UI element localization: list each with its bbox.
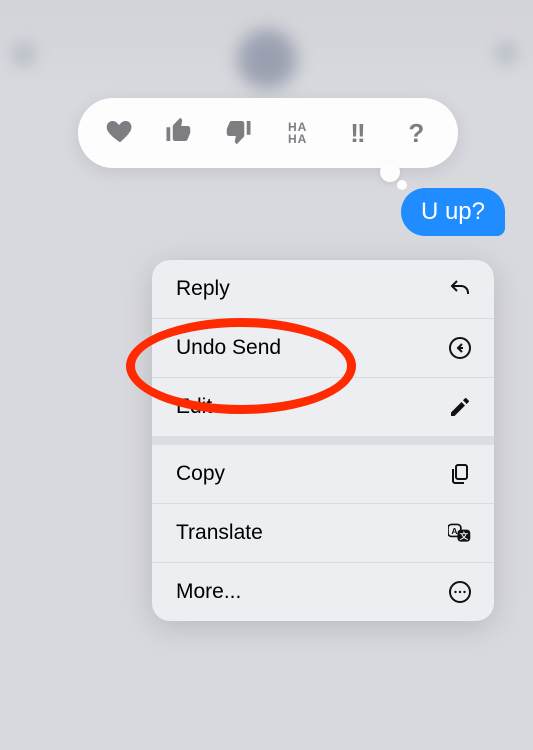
menu-label-edit: Edit (176, 395, 212, 419)
tapback-haha[interactable]: HAHA (276, 111, 320, 155)
heart-icon (105, 116, 135, 151)
more-ellipsis-icon (448, 580, 472, 604)
svg-text:A: A (451, 526, 457, 536)
tapback-question[interactable]: ? (394, 111, 438, 155)
tapback-tail (380, 162, 400, 182)
message-text: U up? (421, 198, 485, 225)
tapback-thumbs-down[interactable] (216, 111, 260, 155)
tapback-heart[interactable] (98, 111, 142, 155)
menu-item-edit[interactable]: Edit (152, 378, 494, 437)
question-icon: ? (408, 118, 424, 149)
tapback-tail-small (397, 180, 407, 190)
menu-item-translate[interactable]: Translate A文 (152, 504, 494, 563)
tapback-exclaim[interactable]: !! (335, 111, 379, 155)
thumbs-up-icon (164, 116, 194, 151)
thumbs-down-icon (223, 116, 253, 151)
exclaim-icon: !! (350, 118, 363, 149)
menu-label-more: More... (176, 580, 241, 604)
menu-item-undo-send[interactable]: Undo Send (152, 319, 494, 378)
contact-avatar-blurred (236, 28, 298, 90)
reply-arrow-icon (448, 277, 472, 301)
pencil-icon (448, 395, 472, 419)
menu-label-undo-send: Undo Send (176, 336, 281, 360)
translate-icon: A文 (448, 521, 472, 545)
svg-text:文: 文 (460, 530, 469, 541)
menu-item-copy[interactable]: Copy (152, 437, 494, 504)
message-context-menu: Reply Undo Send Edit Copy Translate A文 M… (152, 260, 494, 621)
sent-message-bubble[interactable]: U up? (401, 188, 505, 236)
copy-doc-icon (448, 462, 472, 486)
back-button-blurred (10, 40, 38, 68)
haha-icon: HAHA (288, 121, 307, 145)
menu-item-reply[interactable]: Reply (152, 260, 494, 319)
menu-item-more[interactable]: More... (152, 563, 494, 621)
menu-label-translate: Translate (176, 521, 263, 545)
tapback-bar: HAHA !! ? (78, 98, 458, 168)
undo-circle-icon (448, 336, 472, 360)
menu-label-copy: Copy (176, 462, 225, 486)
facetime-button-blurred (493, 40, 519, 66)
menu-label-reply: Reply (176, 277, 230, 301)
tapback-thumbs-up[interactable] (157, 111, 201, 155)
